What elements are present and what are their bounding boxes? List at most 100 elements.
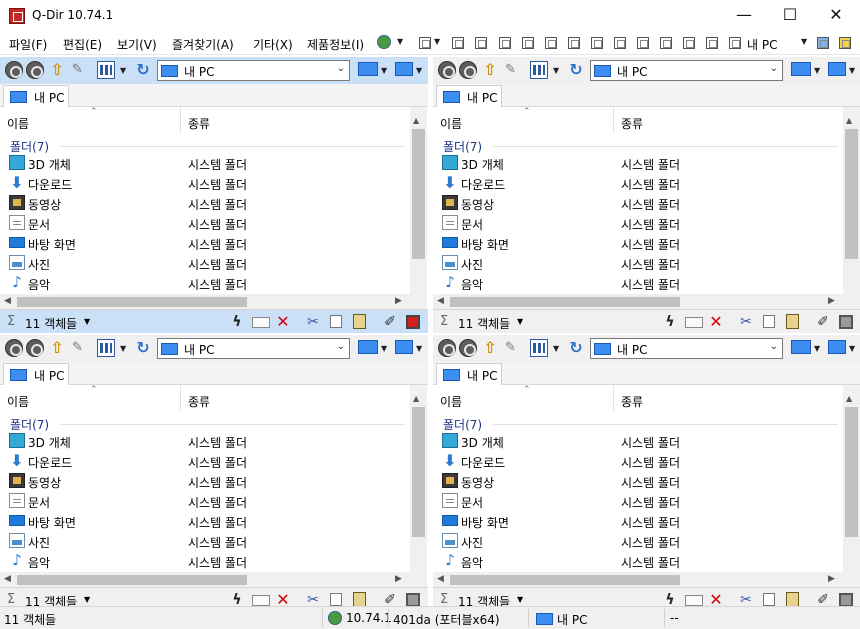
layout-7-icon[interactable] <box>568 37 580 49</box>
layout-13-icon[interactable] <box>706 37 718 49</box>
list-item[interactable]: ⬇ 다운로드 시스템 폴더 <box>433 451 843 471</box>
address-bar[interactable]: 내 PC ⌄ <box>157 338 350 359</box>
scroll-thumb[interactable] <box>845 407 858 537</box>
list-item[interactable]: 문서 시스템 폴더 <box>0 491 410 511</box>
scroll-thumb-horizontal[interactable] <box>450 575 680 585</box>
paste-icon[interactable] <box>786 592 799 607</box>
menu-tools[interactable]: 기타(X) <box>253 36 293 53</box>
column-name[interactable]: 이름 <box>7 393 29 410</box>
list-item[interactable]: ♪ 음악 시스템 폴더 <box>433 551 843 571</box>
column-type[interactable]: 종류 <box>188 115 210 132</box>
layout-3-icon[interactable] <box>475 37 487 49</box>
menu-info[interactable]: 제품정보(I) <box>307 36 364 53</box>
list-item[interactable]: 3D 개체 시스템 폴더 <box>433 153 843 173</box>
cut-icon[interactable]: ✂ <box>737 314 755 330</box>
lightning-icon[interactable]: ϟ <box>661 314 679 330</box>
scroll-thumb[interactable] <box>845 129 858 259</box>
scroll-up-icon[interactable]: ▲ <box>846 116 852 125</box>
list-item[interactable]: 바탕 화면 시스템 폴더 <box>0 233 410 253</box>
copy-icon[interactable] <box>763 315 775 328</box>
list-item[interactable]: 동영상 시스템 폴더 <box>433 471 843 491</box>
list-item[interactable]: 사진 시스템 폴더 <box>0 531 410 551</box>
menu-file[interactable]: 파일(F) <box>9 36 47 53</box>
layout-5-icon[interactable] <box>522 37 534 49</box>
forward-icon[interactable] <box>459 61 477 79</box>
layout-6-icon[interactable] <box>545 37 557 49</box>
list-item[interactable]: ♪ 음악 시스템 폴더 <box>0 273 410 293</box>
copy-icon[interactable] <box>330 315 342 328</box>
list-item[interactable]: ♪ 음악 시스템 폴더 <box>433 273 843 293</box>
column-name[interactable]: 이름 <box>7 115 29 132</box>
location-dropdown-icon[interactable]: ▼ <box>801 37 807 46</box>
properties-icon[interactable]: ✐ <box>381 314 399 330</box>
options-dropdown-icon[interactable]: ▼ <box>416 66 422 75</box>
forward-icon[interactable] <box>459 339 477 357</box>
copy-icon[interactable] <box>763 593 775 606</box>
monitor-view-icon[interactable] <box>358 62 378 76</box>
tab-my-pc[interactable]: 내 PC <box>436 85 502 108</box>
scroll-right-icon[interactable]: ▶ <box>828 296 835 306</box>
list-item[interactable]: 3D 개체 시스템 폴더 <box>0 431 410 451</box>
layout-dropdown-icon[interactable]: ▼ <box>434 37 440 46</box>
menu-favorites[interactable]: 즐겨찾기(A) <box>172 36 234 53</box>
layout-2-icon[interactable] <box>452 37 464 49</box>
view-mode-icon[interactable] <box>530 61 548 79</box>
list-item[interactable]: 문서 시스템 폴더 <box>0 213 410 233</box>
copy-icon[interactable] <box>330 593 342 606</box>
vertical-scrollbar[interactable]: ▲ ▼ <box>410 107 427 333</box>
computer-icon[interactable] <box>817 37 829 49</box>
globe-dropdown-icon[interactable]: ▼ <box>397 37 403 46</box>
list-item[interactable]: 바탕 화면 시스템 폴더 <box>433 511 843 531</box>
list-item[interactable]: 사진 시스템 폴더 <box>433 253 843 273</box>
menu-view[interactable]: 보기(V) <box>117 36 157 53</box>
view-mode-icon[interactable] <box>97 61 115 79</box>
lightning-icon[interactable]: ϟ <box>228 314 246 330</box>
view-dropdown-icon[interactable]: ▼ <box>553 66 559 75</box>
new-folder-icon[interactable]: ✎ <box>72 339 90 357</box>
scroll-thumb[interactable] <box>412 129 425 259</box>
monitor-view-icon[interactable] <box>791 62 811 76</box>
monitor-options-icon[interactable] <box>395 340 413 354</box>
scroll-left-icon[interactable]: ◀ <box>437 574 444 584</box>
column-type[interactable]: 종류 <box>621 393 643 410</box>
paste-icon[interactable] <box>353 592 366 607</box>
list-item[interactable]: 바탕 화면 시스템 폴더 <box>433 233 843 253</box>
layout-1-icon[interactable] <box>419 37 431 49</box>
properties-icon[interactable]: ✐ <box>814 314 832 330</box>
menu-location[interactable]: 내 PC <box>747 36 777 53</box>
back-icon[interactable] <box>5 339 23 357</box>
cut-icon[interactable]: ✂ <box>304 314 322 330</box>
new-folder-icon[interactable]: ✎ <box>72 61 90 79</box>
group-header[interactable]: 폴더(7) <box>0 137 410 154</box>
scroll-up-icon[interactable]: ▲ <box>413 116 419 125</box>
address-bar[interactable]: 내 PC ⌄ <box>590 60 783 81</box>
scroll-thumb-horizontal[interactable] <box>450 297 680 307</box>
group-header[interactable]: 폴더(7) <box>433 137 843 154</box>
view-mode-icon[interactable] <box>97 339 115 357</box>
address-dropdown-icon[interactable]: ⌄ <box>770 341 778 352</box>
address-dropdown-icon[interactable]: ⌄ <box>770 63 778 74</box>
options-dropdown-icon[interactable]: ▼ <box>416 344 422 353</box>
list-item[interactable]: ♪ 음악 시스템 폴더 <box>0 551 410 571</box>
monitor-dropdown-icon[interactable]: ▼ <box>381 66 387 75</box>
rename-icon[interactable] <box>685 317 703 328</box>
column-divider[interactable] <box>180 107 181 133</box>
refresh-icon[interactable]: ↻ <box>134 339 152 357</box>
options-dropdown-icon[interactable]: ▼ <box>849 66 855 75</box>
forward-icon[interactable] <box>26 339 44 357</box>
monitor-options-icon[interactable] <box>395 62 413 76</box>
column-name[interactable]: 이름 <box>440 115 462 132</box>
paste-icon[interactable] <box>786 314 799 329</box>
new-folder-icon[interactable]: ✎ <box>505 339 523 357</box>
view-dropdown-icon[interactable]: ▼ <box>553 344 559 353</box>
address-dropdown-icon[interactable]: ⌄ <box>337 63 345 74</box>
layout-9-icon[interactable] <box>614 37 626 49</box>
tab-my-pc[interactable]: 내 PC <box>3 363 69 386</box>
menu-edit[interactable]: 편집(E) <box>63 36 102 53</box>
list-item[interactable]: 3D 개체 시스템 폴더 <box>433 431 843 451</box>
count-dropdown-icon[interactable]: ▼ <box>517 317 523 326</box>
monitor-dropdown-icon[interactable]: ▼ <box>381 344 387 353</box>
list-item[interactable]: 문서 시스템 폴더 <box>433 491 843 511</box>
address-dropdown-icon[interactable]: ⌄ <box>337 341 345 352</box>
list-item[interactable]: 동영상 시스템 폴더 <box>0 193 410 213</box>
